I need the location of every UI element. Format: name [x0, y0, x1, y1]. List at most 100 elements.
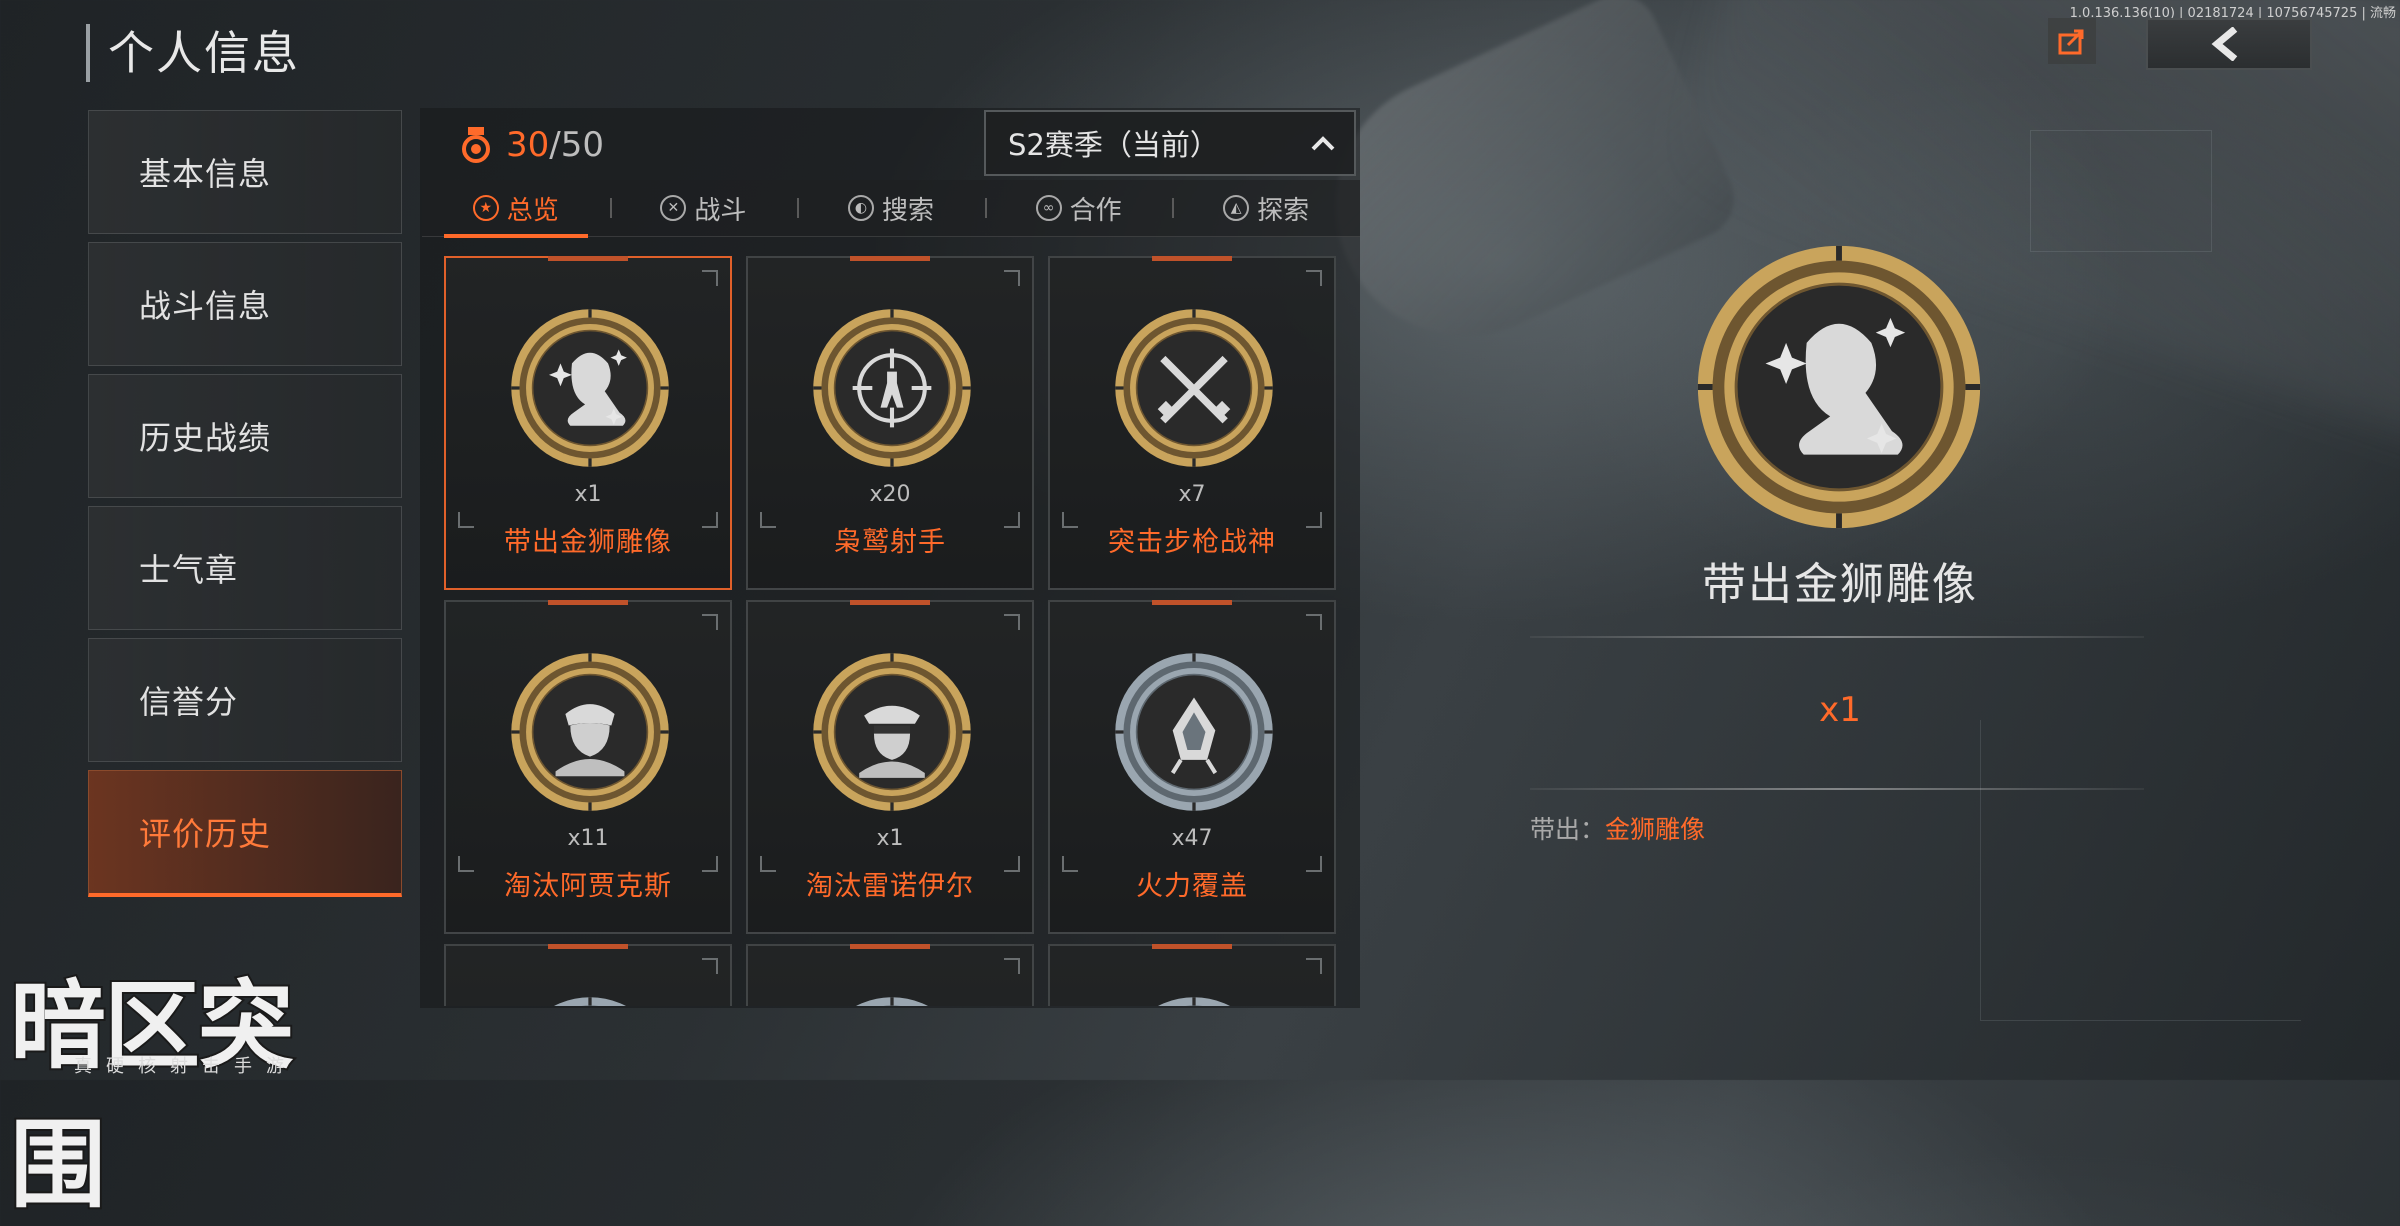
sidebar-item-basic-info[interactable]: 基本信息 [88, 110, 402, 234]
achievement-card[interactable]: x47 火力覆盖 [1048, 600, 1336, 934]
lion-icon [511, 309, 669, 467]
achievement-count: x20 [869, 482, 911, 507]
achievement-name: 淘汰雷诺伊尔 [806, 871, 974, 902]
achievement-count: x1 [876, 826, 904, 851]
divider [1530, 788, 2144, 790]
card-top-marker [850, 600, 930, 605]
background-scope-art [1292, 0, 1748, 379]
season-dropdown-value: S2赛季（当前） [1008, 128, 1219, 162]
sidebar-item-morale-badges[interactable]: 士气章 [88, 506, 402, 630]
sidebar-item-history[interactable]: 历史战绩 [88, 374, 402, 498]
tab-search[interactable]: ◐ 搜索 [797, 180, 985, 236]
achievement-count: x7 [1178, 482, 1206, 507]
sidebar-item-label: 评价历史 [139, 815, 272, 853]
achievement-card[interactable] [746, 944, 1034, 1006]
medal-icon [1158, 997, 1230, 1006]
tab-label: 战斗 [694, 195, 747, 226]
back-arrow-icon [2211, 27, 2238, 61]
achievement-count: x47 [1171, 826, 1213, 851]
achievement-card[interactable]: x1 淘汰雷诺伊尔 [746, 600, 1034, 934]
achievement-card[interactable] [1048, 944, 1336, 1006]
corner-bracket [1306, 270, 1322, 286]
corner-bracket [1306, 614, 1322, 630]
badge-count-current: 30 [506, 125, 550, 165]
radar-icon: ◐ [847, 195, 874, 221]
achievement-card[interactable]: x1 带出金狮雕像 [444, 256, 732, 590]
game-logo: 暗区突围 真硬核射击手游 [0, 956, 380, 1223]
crossed-guns-icon: ✕ [660, 195, 687, 221]
crosshair-soldier-icon [813, 309, 971, 467]
soldier-portrait-icon [511, 653, 669, 811]
medal-icon [462, 127, 490, 163]
achievement-count: x11 [567, 826, 609, 851]
medal-icon [856, 997, 928, 1006]
handshake-icon: ∞ [1035, 195, 1062, 221]
detail-source: 带出：金狮雕像 [1530, 810, 1705, 846]
tab-label: 探索 [1257, 195, 1310, 226]
achievement-card[interactable]: x11 淘汰阿贾克斯 [444, 600, 732, 934]
detail-title: 带出金狮雕像 [1702, 559, 1978, 610]
achievement-name: 淘汰阿贾克斯 [504, 871, 672, 902]
corner-bracket [702, 270, 718, 286]
corner-bracket [1004, 614, 1020, 630]
card-top-marker [850, 256, 930, 261]
tab-explore[interactable]: ◭ 探索 [1172, 180, 1360, 236]
crossed-rifles-icon [1115, 309, 1273, 467]
corner-bracket [702, 614, 718, 630]
sidebar-item-credit-score[interactable]: 信誉分 [88, 638, 402, 762]
lion-icon [1697, 245, 1981, 529]
background-hud-frame [2030, 130, 2212, 252]
share-button[interactable] [2048, 18, 2096, 64]
tab-combat[interactable]: ✕ 战斗 [609, 180, 798, 236]
achievement-card[interactable]: x7 突击步枪战神 [1048, 256, 1336, 590]
card-top-marker [1152, 944, 1232, 949]
achievement-name: 火力覆盖 [1136, 871, 1248, 902]
sidebar-item-label: 信誉分 [139, 683, 239, 721]
sidebar: 基本信息 战斗信息 历史战绩 士气章 信誉分 评价历史 [88, 110, 402, 905]
officer-portrait-icon [813, 653, 971, 811]
corner-bracket [702, 958, 718, 974]
detail-source-value: 金狮雕像 [1605, 815, 1706, 844]
sidebar-item-combat-info[interactable]: 战斗信息 [88, 242, 402, 366]
sidebar-item-label: 士气章 [139, 551, 239, 589]
back-button[interactable] [2146, 18, 2312, 70]
corner-bracket [1306, 958, 1322, 974]
page-title: 个人信息 [86, 24, 300, 82]
card-top-marker [1152, 600, 1232, 605]
tab-label: 总览 [506, 195, 559, 226]
sidebar-item-label: 历史战绩 [139, 419, 272, 457]
achievement-name: 突击步枪战神 [1108, 527, 1276, 558]
detail-source-label: 带出： [1530, 815, 1606, 844]
logo-subtitle: 真硬核射击手游 [74, 1056, 298, 1077]
logo-title: 暗区突围 [8, 968, 296, 1223]
rocket-icon [1115, 653, 1273, 811]
tab-label: 合作 [1069, 195, 1122, 226]
tab-label: 搜索 [881, 195, 934, 226]
card-top-marker [548, 944, 628, 949]
background-hud-frame [1980, 720, 2301, 1021]
star-icon: ★ [472, 195, 499, 221]
corner-bracket [1004, 958, 1020, 974]
divider [1530, 636, 2144, 638]
chevron-up-icon [1311, 136, 1335, 151]
achievement-count: x1 [574, 482, 602, 507]
card-top-marker [1152, 256, 1232, 261]
achievement-name: 枭鹫射手 [834, 527, 946, 558]
achievement-card[interactable]: x20 枭鹫射手 [746, 256, 1034, 590]
card-top-marker [548, 256, 628, 261]
achievement-card[interactable] [444, 944, 732, 1006]
season-dropdown[interactable]: S2赛季（当前） [984, 110, 1356, 176]
badge-progress: 30 /50 [428, 115, 604, 175]
tab-overview[interactable]: ★ 总览 [422, 180, 610, 238]
compass-icon: ◭ [1223, 195, 1250, 221]
medal-icon [554, 997, 626, 1006]
tab-cooperation[interactable]: ∞ 合作 [984, 180, 1173, 236]
badge-count-total: /50 [549, 125, 604, 165]
corner-bracket [1004, 270, 1020, 286]
sidebar-item-label: 基本信息 [139, 155, 272, 193]
sidebar-item-review-history[interactable]: 评价历史 [88, 770, 402, 897]
card-top-marker [850, 944, 930, 949]
achievement-name: 带出金狮雕像 [504, 527, 672, 558]
share-icon [2058, 29, 2084, 55]
achievement-grid: x1 带出金狮雕像 x20 枭鹫射手 x7 突击步枪战神 x11 淘汰阿贾克斯 x1 淘汰雷诺伊尔… [444, 256, 1344, 1006]
